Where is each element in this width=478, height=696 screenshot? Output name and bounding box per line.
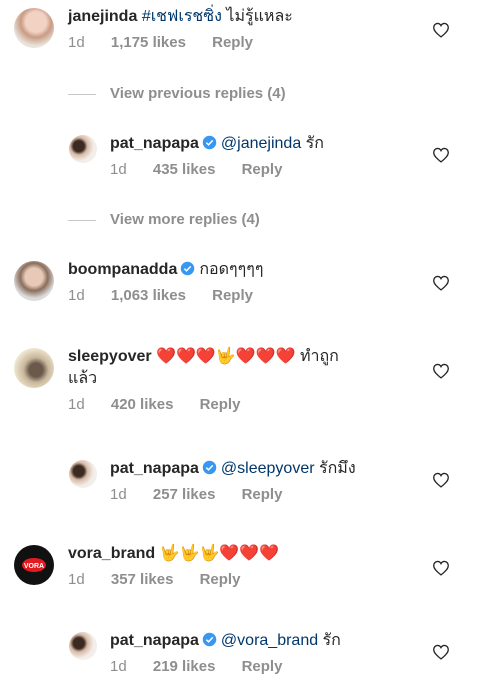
like-heart-icon[interactable] (432, 560, 450, 576)
avatar-pat-napapa[interactable] (69, 135, 97, 163)
view-more-replies[interactable]: View more replies (4) (68, 211, 260, 228)
like-heart-icon[interactable] (432, 363, 450, 379)
avatar-sleepyover[interactable] (14, 348, 54, 388)
verified-badge-icon (202, 460, 217, 475)
reply-button[interactable]: Reply (212, 287, 253, 304)
reply-button[interactable]: Reply (200, 396, 241, 413)
username[interactable]: sleepyover (68, 348, 152, 365)
emoji-text: 🤟🤟🤟❤️❤️❤️ (159, 545, 280, 562)
likes-count[interactable]: 219 likes (153, 658, 216, 675)
username[interactable]: pat_napapa (110, 135, 199, 152)
reply-button[interactable]: Reply (242, 658, 283, 675)
reply-button[interactable]: Reply (242, 161, 283, 178)
username[interactable]: vora_brand (68, 545, 155, 562)
verified-badge-icon (202, 135, 217, 150)
like-heart-icon[interactable] (432, 472, 450, 488)
like-heart-icon[interactable] (432, 22, 450, 38)
comment-text: รักมึง (314, 460, 356, 477)
like-heart-icon[interactable] (432, 147, 450, 163)
comment-text-continued: แล้ว (68, 370, 98, 387)
vora-logo: VORA (22, 558, 46, 572)
divider (68, 219, 96, 221)
comment-text: ไม่รู้แหละ (221, 8, 293, 25)
verified-badge-icon (202, 632, 217, 647)
likes-count[interactable]: 420 likes (111, 396, 174, 413)
comment-text: รัก (318, 632, 341, 649)
timestamp: 1d (68, 34, 85, 51)
reply-button[interactable]: Reply (212, 34, 253, 51)
timestamp: 1d (110, 486, 127, 503)
likes-count[interactable]: 357 likes (111, 571, 174, 588)
divider (68, 93, 96, 95)
avatar-pat-napapa[interactable] (69, 460, 97, 488)
timestamp: 1d (110, 658, 127, 675)
like-heart-icon[interactable] (432, 275, 450, 291)
view-previous-replies[interactable]: View previous replies (4) (68, 85, 286, 102)
likes-count[interactable]: 1,063 likes (111, 287, 186, 304)
avatar-vora-brand[interactable]: VORA (14, 545, 54, 585)
verified-badge-icon (181, 261, 195, 276)
avatar-boompanadda[interactable] (14, 261, 54, 301)
reply-button[interactable]: Reply (200, 571, 241, 588)
like-heart-icon[interactable] (432, 644, 450, 660)
username[interactable]: pat_napapa (110, 460, 199, 477)
mention-link[interactable]: @vora_brand (221, 632, 318, 649)
comment-text: ทำถูก (295, 348, 339, 365)
avatar-janejinda[interactable] (14, 8, 54, 48)
hashtag-link[interactable]: #เชฟเรชซิ่ง (142, 8, 222, 25)
timestamp: 1d (68, 287, 85, 304)
mention-link[interactable]: @sleepyover (221, 460, 315, 477)
mention-link[interactable]: @janejinda (221, 135, 301, 152)
username[interactable]: boompanadda (68, 261, 177, 278)
likes-count[interactable]: 435 likes (153, 161, 216, 178)
svg-text:VORA: VORA (24, 563, 44, 570)
likes-count[interactable]: 1,175 likes (111, 34, 186, 51)
username[interactable]: pat_napapa (110, 632, 199, 649)
comment-text: รัก (301, 135, 324, 152)
reply-button[interactable]: Reply (242, 486, 283, 503)
emoji-text: ❤️❤️❤️🤟❤️❤️❤️ (156, 348, 296, 365)
timestamp: 1d (68, 571, 85, 588)
username[interactable]: janejinda (68, 8, 137, 25)
likes-count[interactable]: 257 likes (153, 486, 216, 503)
timestamp: 1d (68, 396, 85, 413)
timestamp: 1d (110, 161, 127, 178)
avatar-pat-napapa[interactable] (69, 632, 97, 660)
comment-text: กอดๆๆๆๆ (199, 261, 264, 278)
